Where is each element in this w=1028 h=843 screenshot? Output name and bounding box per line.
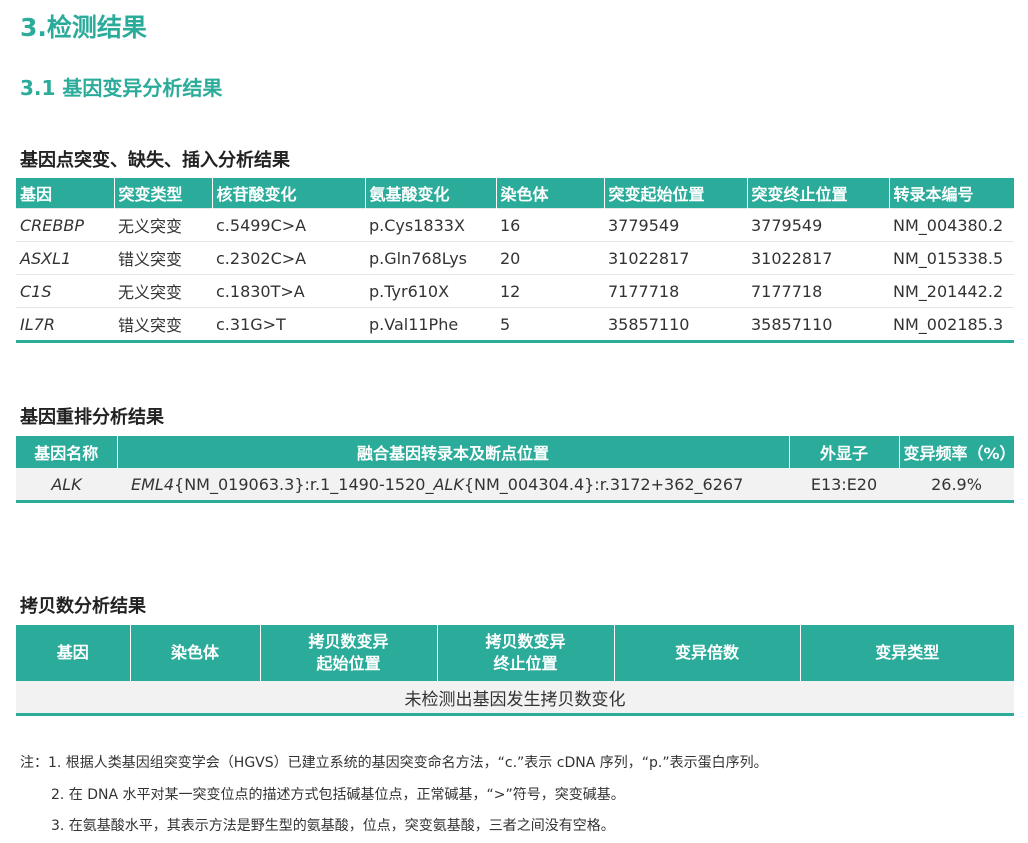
table-header-row: 基因名称 融合基因转录本及断点位置 外显子 变异频率（%） xyxy=(16,436,1016,468)
column-header: 拷贝数变异 起始位置 xyxy=(259,625,437,681)
table-cell: 5 xyxy=(496,307,604,343)
table-cell: 31022817 xyxy=(608,248,690,268)
gene-cell: C1S xyxy=(20,281,52,301)
column-header: 突变类型 xyxy=(113,178,212,209)
column-header: 基因名称 xyxy=(16,436,117,468)
column-header: 变异频率（%） xyxy=(898,436,1016,468)
gene-cell: ALK xyxy=(16,468,117,503)
gene-cell: IL7R xyxy=(16,307,114,343)
table-cell: NM_015338.5 xyxy=(893,248,1004,268)
table-cell: p.Val11Phe xyxy=(365,307,496,343)
table-row: ASXL1 错义突变 c.2302C>A p.Gln768Lys 20 3102… xyxy=(16,241,1014,275)
column-header: 染色体 xyxy=(129,625,260,681)
header-line-1: 拷贝数变异 xyxy=(485,632,566,651)
note-3: 3. 在氨基酸水平，其表示方法是野生型的氨基酸，位点，突变氨基酸，三者之间没有空… xyxy=(51,818,615,834)
column-header: 变异倍数 xyxy=(613,625,800,681)
fusion-part-1: {NM_019063.3}:r.1_1490-1520_ xyxy=(174,474,434,494)
table-cell: 7177718 xyxy=(608,281,680,301)
column-header: 外显子 xyxy=(788,436,899,468)
table-cell: p.Tyr610X xyxy=(369,281,450,301)
table-cell: 35857110 xyxy=(604,307,747,343)
table-row: CREBBP 无义突变 c.5499C>A p.Cys1833X 16 3779… xyxy=(16,208,1014,242)
fusion-table: 基因名称 融合基因转录本及断点位置 外显子 变异频率（%） ALK EML4{N… xyxy=(16,436,1016,503)
table-cell: 无义突变 xyxy=(118,217,183,236)
table-row: C1S 无义突变 c.1830T>A p.Tyr610X 12 7177718 … xyxy=(16,274,1014,308)
column-header: 氨基酸变化 xyxy=(364,178,496,209)
table-cell: c.31G>T xyxy=(212,307,365,343)
cnv-table: 基因 染色体 拷贝数变异起始位置 拷贝数变异终止位置 变异倍数 变异类型 未检测… xyxy=(16,625,1014,716)
fusion-heading: 基因重排分析结果 xyxy=(20,407,164,428)
empty-message: 未检测出基因发生拷贝数变化 xyxy=(16,681,1014,716)
table-cell: c.2302C>A xyxy=(216,248,307,268)
header-line-1: 基因 xyxy=(56,643,89,662)
table-cell: 无义突变 xyxy=(118,283,183,302)
table-cell: 3779549 xyxy=(751,215,823,235)
column-header: 基因 xyxy=(16,625,130,681)
header-line-1: 变异倍数 xyxy=(674,643,739,662)
header-line-2: 起始位置 xyxy=(316,654,381,673)
table-cell: c.1830T>A xyxy=(216,281,305,301)
table-cell: 12 xyxy=(500,281,521,301)
header-line-1: 变异类型 xyxy=(875,643,940,662)
gene-cell: CREBBP xyxy=(20,215,84,235)
table-cell: 错义突变 xyxy=(118,250,183,269)
snv-table: 基因 突变类型 核苷酸变化 氨基酸变化 染色体 突变起始位置 突变终止位置 转录… xyxy=(16,178,1014,343)
note-1: 注：1. 根据人类基因组突变学会（HGVS）已建立系统的基因突变命名方法，“c.… xyxy=(20,755,768,771)
header-line-1: 拷贝数变异 xyxy=(308,632,389,651)
table-row: IL7R 错义突变 c.31G>T p.Val11Phe 5 35857110 … xyxy=(16,307,1014,343)
table-row: ALK EML4{NM_019063.3}:r.1_1490-1520_ALK{… xyxy=(16,468,1014,503)
table-cell: 7177718 xyxy=(751,281,823,301)
cnv-heading: 拷贝数分析结果 xyxy=(20,596,146,617)
page-title: 3.检测结果 xyxy=(20,13,147,42)
column-header: 融合基因转录本及断点位置 xyxy=(116,436,789,468)
section-subtitle: 3.1 基因变异分析结果 xyxy=(20,76,223,100)
snv-heading: 基因点突变、缺失、插入分析结果 xyxy=(20,150,290,171)
exon-cell: E13:E20 xyxy=(789,468,899,503)
frequency-cell: 26.9% xyxy=(899,468,1014,503)
column-header: 拷贝数变异 终止位置 xyxy=(436,625,614,681)
table-cell: NM_004380.2 xyxy=(893,215,1004,235)
header-line-1: 染色体 xyxy=(170,643,219,662)
table-header-row: 基因 突变类型 核苷酸变化 氨基酸变化 染色体 突变起始位置 突变终止位置 转录… xyxy=(16,178,1014,209)
note-2: 2. 在 DNA 水平对某一突变位点的描述方式包括碱基位点，正常碱基，“>”符号… xyxy=(51,787,625,803)
table-header-row: 基因 染色体 拷贝数变异起始位置 拷贝数变异终止位置 变异倍数 变异类型 xyxy=(16,625,1014,681)
table-cell: 16 xyxy=(500,215,521,235)
fusion-part-2: {NM_004304.4}:r.3172+362_6267 xyxy=(463,474,744,494)
column-header: 基因 xyxy=(16,178,114,209)
fusion-gene-1: EML4 xyxy=(131,474,175,494)
column-header: 变异类型 xyxy=(799,625,1014,681)
table-cell: NM_002185.3 xyxy=(889,307,1014,343)
table-cell: 35857110 xyxy=(747,307,889,343)
table-cell: p.Gln768Lys xyxy=(369,248,468,268)
table-cell: 错义突变 xyxy=(114,307,212,343)
table-cell: 31022817 xyxy=(751,248,833,268)
column-header: 突变起始位置 xyxy=(603,178,747,209)
fusion-gene-2: ALK xyxy=(433,474,464,494)
column-header: 突变终止位置 xyxy=(746,178,889,209)
gene-cell: ASXL1 xyxy=(20,248,72,268)
table-cell: NM_201442.2 xyxy=(893,281,1004,301)
column-header: 转录本编号 xyxy=(888,178,1014,209)
table-cell: 20 xyxy=(500,248,521,268)
column-header: 染色体 xyxy=(495,178,604,209)
table-cell: p.Cys1833X xyxy=(369,215,465,235)
table-cell: 3779549 xyxy=(608,215,680,235)
table-cell: c.5499C>A xyxy=(216,215,307,235)
header-line-2: 终止位置 xyxy=(493,654,558,673)
table-row: 未检测出基因发生拷贝数变化 xyxy=(16,681,1014,716)
column-header: 核苷酸变化 xyxy=(211,178,365,209)
fusion-transcript-cell: EML4{NM_019063.3}:r.1_1490-1520_ALK{NM_0… xyxy=(117,468,789,503)
